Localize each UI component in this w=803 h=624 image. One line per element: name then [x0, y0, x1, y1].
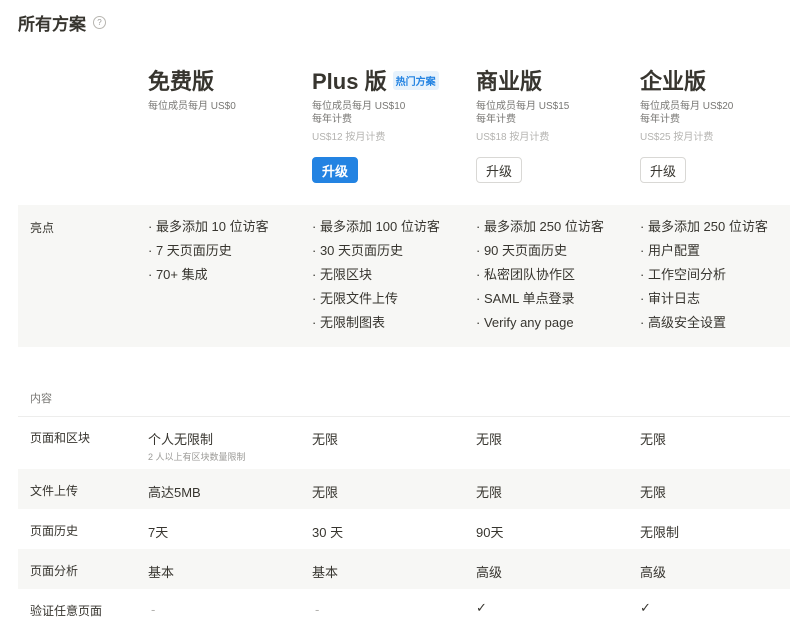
- row-label: 文件上传: [30, 484, 79, 498]
- highlight-item: · 无限制图表: [312, 315, 385, 330]
- row-label: 验证任意页面: [30, 604, 103, 618]
- highlight-item: · 用户配置: [640, 243, 700, 258]
- highlight-item: · SAML 单点登录: [476, 291, 575, 306]
- cell-free: 基本: [148, 565, 175, 580]
- plan-billing: 每年计费: [476, 114, 516, 125]
- highlight-item: · 工作空间分析: [640, 267, 726, 282]
- help-icon[interactable]: ?: [93, 16, 106, 29]
- highlights-business: · 最多添加 250 位访客 · 90 天页面历史 · 私密团队协作区 · SA…: [476, 219, 604, 339]
- check-icon: ✓: [476, 600, 487, 615]
- highlight-item: · 无限文件上传: [312, 291, 398, 306]
- table-row: 页面历史 7天 30 天 90天 无限制: [18, 509, 790, 549]
- plan-monthly-price: US$25 按月计费: [640, 132, 714, 143]
- plan-price: 每位成员每月 US$10: [312, 101, 406, 112]
- row-label: 页面历史: [30, 524, 79, 538]
- plan-monthly-price: US$12 按月计费: [312, 132, 386, 143]
- content-section-label: 内容: [30, 393, 52, 405]
- cell-free: -: [151, 602, 156, 617]
- plan-name: 企业版: [640, 69, 707, 94]
- row-label: 页面和区块: [30, 431, 91, 445]
- cell-plus: -: [315, 602, 320, 617]
- table-row: 文件上传 高达5MB 无限 无限 无限: [18, 469, 790, 509]
- cell-free: 7天: [148, 525, 169, 540]
- highlight-item: · 最多添加 10 位访客: [148, 219, 269, 234]
- highlight-item: · 30 天页面历史: [312, 243, 404, 258]
- plan-price: 每位成员每月 US$0: [148, 101, 236, 112]
- upgrade-enterprise-button[interactable]: 升级: [640, 157, 687, 183]
- cell-plus: 无限: [312, 485, 339, 500]
- highlight-item: · 90 天页面历史: [476, 243, 568, 258]
- upgrade-plus-button[interactable]: 升级: [312, 157, 359, 183]
- plan-price: 每位成员每月 US$20: [640, 101, 734, 112]
- highlights-label: 亮点: [30, 221, 55, 235]
- cell-free: 个人无限制 2 人以上有区块数量限制: [148, 432, 246, 462]
- cell-business: 无限: [476, 432, 503, 447]
- plan-enterprise: 企业版 每位成员每月 US$20 每年计费 US$25 按月计费: [640, 66, 800, 144]
- highlight-item: · 70+ 集成: [148, 267, 208, 282]
- plan-plus: Plus 版 热门方案 每位成员每月 US$10 每年计费 US$12 按月计费: [312, 66, 472, 144]
- plan-monthly-price: US$18 按月计费: [476, 132, 550, 143]
- table-row: 页面和区块 个人无限制 2 人以上有区块数量限制 无限 无限 无限: [18, 417, 790, 469]
- table-row: 页面分析 基本 基本 高级 高级: [18, 549, 790, 589]
- cell-enterprise: 高级: [640, 565, 667, 580]
- plan-name: 商业版: [476, 69, 543, 94]
- popular-badge: 热门方案: [392, 70, 439, 90]
- check-icon: ✓: [640, 600, 651, 615]
- page-title: 所有方案 ?: [18, 10, 106, 35]
- plan-billing: 每年计费: [640, 114, 680, 125]
- highlights-plus: · 最多添加 100 位访客 · 30 天页面历史 · 无限区块 · 无限文件上…: [312, 219, 440, 339]
- highlight-item: · Verify any page: [476, 315, 574, 330]
- plan-name: 免费版: [148, 69, 215, 94]
- highlight-item: · 无限区块: [312, 267, 372, 282]
- upgrade-business-button[interactable]: 升级: [476, 157, 523, 183]
- cell-note: 2 人以上有区块数量限制: [148, 452, 246, 462]
- page-title-text: 所有方案: [18, 15, 86, 34]
- cell-enterprise: 无限: [640, 485, 667, 500]
- highlight-item: · 私密团队协作区: [476, 267, 575, 282]
- highlight-item: · 审计日志: [640, 291, 700, 306]
- row-label: 页面分析: [30, 564, 79, 578]
- plan-price: 每位成员每月 US$15: [476, 101, 570, 112]
- highlights-row: 亮点 · 最多添加 10 位访客 · 7 天页面历史 · 70+ 集成 · 最多…: [18, 205, 790, 347]
- cell-plus: 无限: [312, 432, 339, 447]
- highlights-enterprise: · 最多添加 250 位访客 · 用户配置 · 工作空间分析 · 审计日志 · …: [640, 219, 768, 339]
- plan-billing: 每年计费: [312, 114, 352, 125]
- cell-enterprise: 无限: [640, 432, 667, 447]
- highlight-item: · 最多添加 100 位访客: [312, 219, 440, 234]
- plan-business: 商业版 每位成员每月 US$15 每年计费 US$18 按月计费: [476, 66, 636, 144]
- cell-plus: 30 天: [312, 525, 344, 540]
- highlight-item: · 高级安全设置: [640, 315, 726, 330]
- cell-plus: 基本: [312, 565, 339, 580]
- plan-free: 免费版 每位成员每月 US$0: [148, 66, 308, 113]
- highlight-item: · 最多添加 250 位访客: [640, 219, 768, 234]
- plan-name: Plus 版 热门方案: [312, 66, 472, 94]
- cell-enterprise: 无限制: [640, 525, 680, 540]
- highlight-item: · 7 天页面历史: [148, 243, 232, 258]
- highlights-free: · 最多添加 10 位访客 · 7 天页面历史 · 70+ 集成: [148, 219, 269, 291]
- cell-free: 高达5MB: [148, 485, 201, 500]
- cell-business: 高级: [476, 565, 503, 580]
- cell-business: 90天: [476, 525, 504, 540]
- highlight-item: · 最多添加 250 位访客: [476, 219, 604, 234]
- cell-business: 无限: [476, 485, 503, 500]
- table-row: 验证任意页面 - - ✓ ✓: [18, 589, 790, 624]
